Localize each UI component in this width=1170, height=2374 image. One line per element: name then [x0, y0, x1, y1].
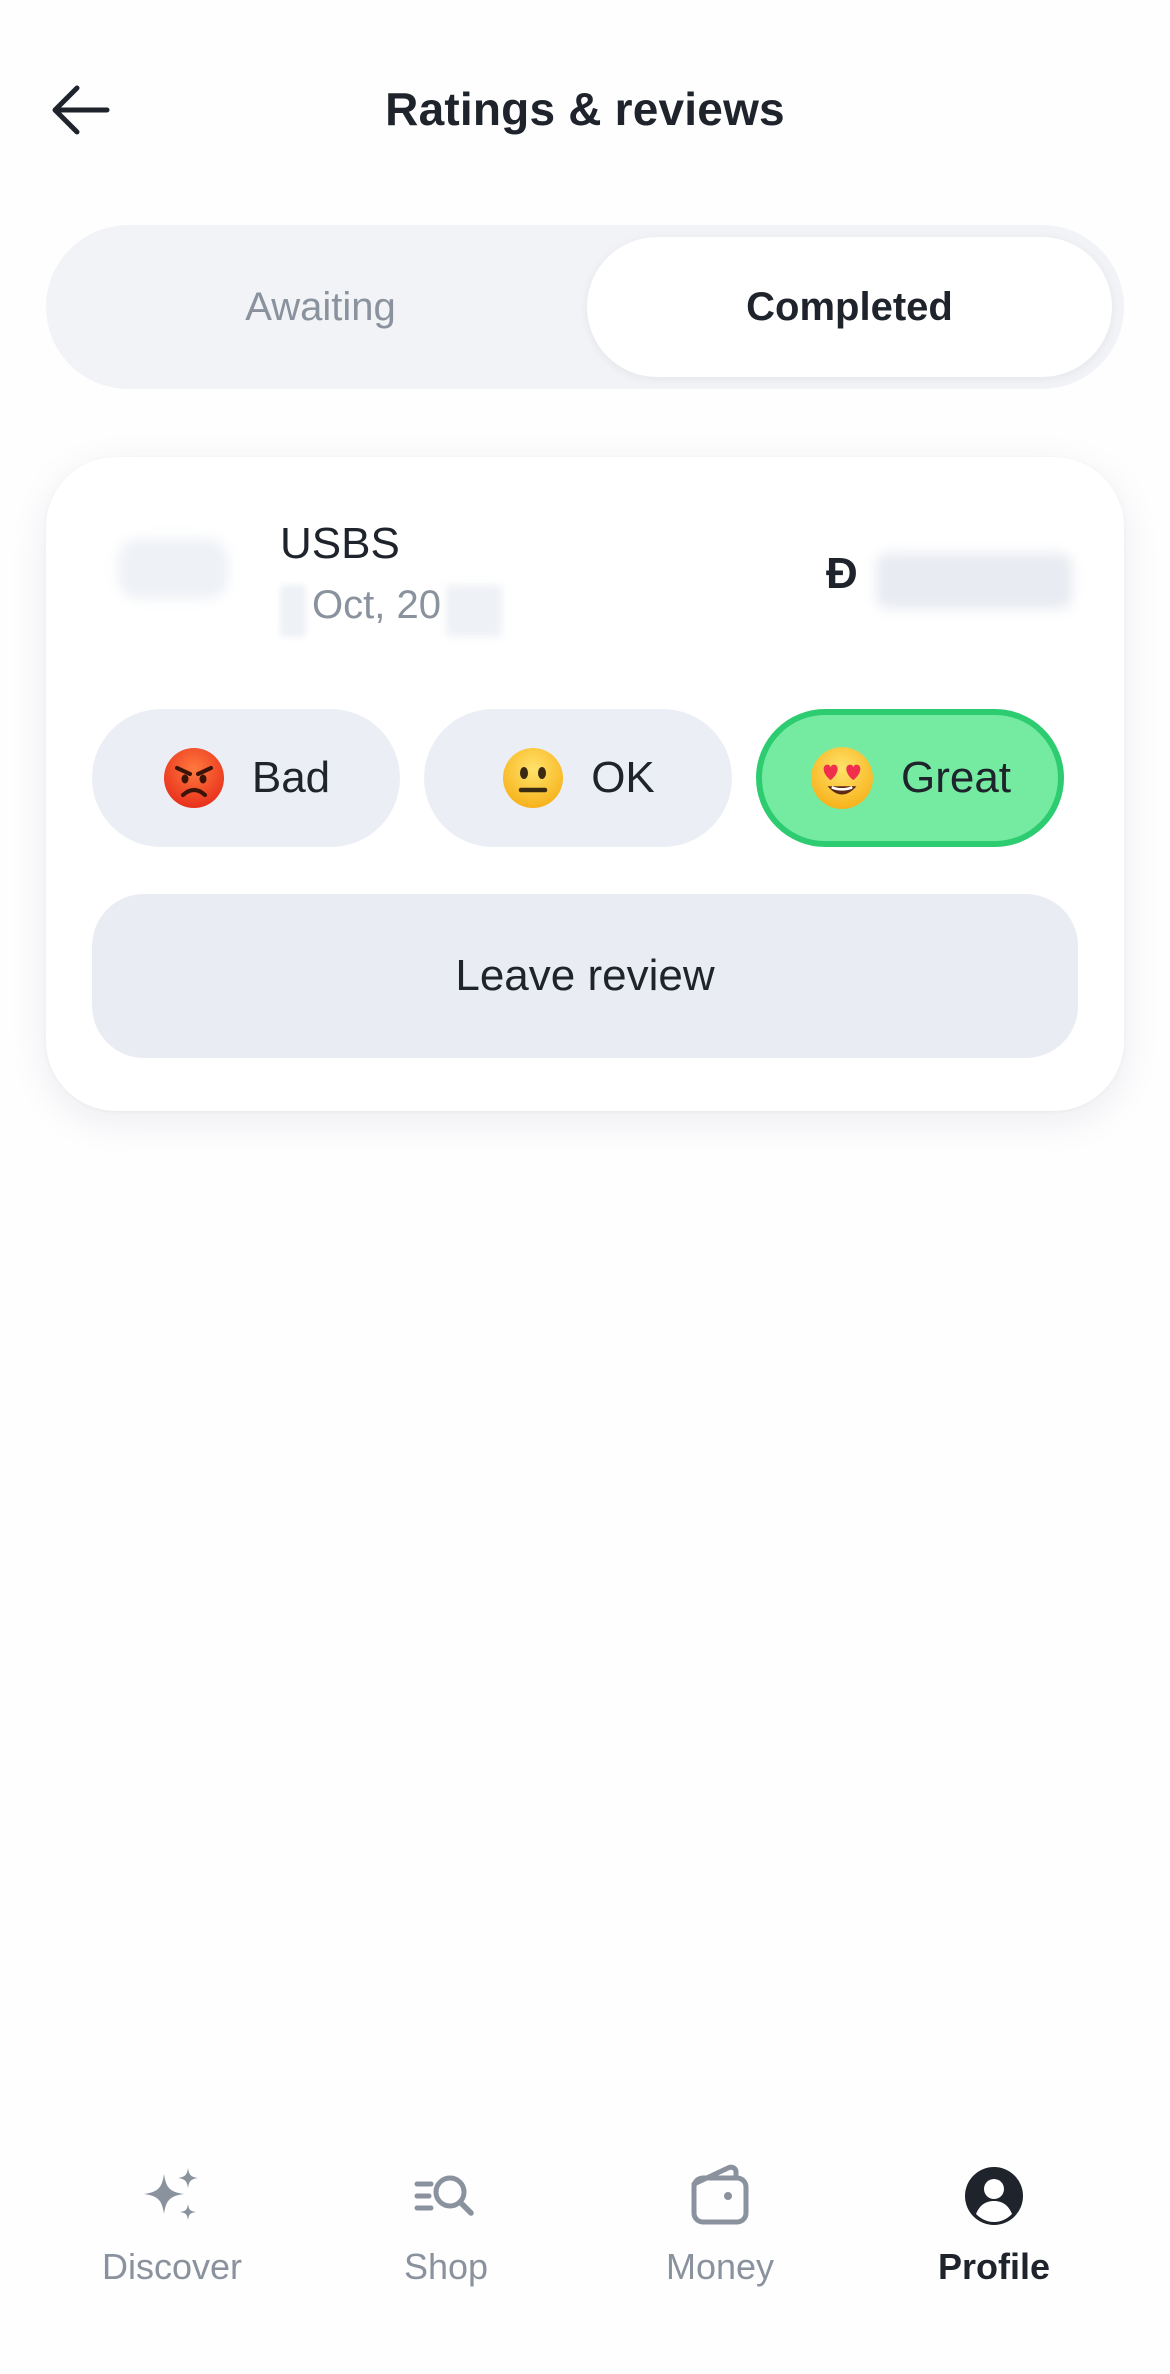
merchant-name: USBS: [280, 519, 400, 568]
rating-label: Bad: [251, 753, 331, 802]
bottom-nav: Discover Shop Money Profile: [0, 2130, 1170, 2330]
rating-label: Great: [900, 753, 1012, 802]
page-title: Ratings & reviews: [385, 83, 785, 135]
redacted-text: [280, 585, 306, 637]
tab-awaiting[interactable]: Awaiting: [58, 237, 583, 377]
sparkles-icon: [140, 2160, 204, 2232]
ratings-reviews-screen: Ratings & reviews Awaiting Completed USB…: [0, 0, 1170, 2374]
currency-symbol: Đ: [826, 549, 858, 598]
rating-bad-button[interactable]: Bad: [92, 709, 400, 847]
tab-completed[interactable]: Completed: [587, 237, 1112, 377]
profile-icon: [962, 2160, 1026, 2232]
nav-item-profile[interactable]: Profile: [874, 2130, 1114, 2330]
nav-item-shop[interactable]: Shop: [326, 2130, 566, 2330]
rating-label: OK: [591, 753, 655, 802]
wallet-icon: [688, 2160, 752, 2232]
segmented-tabs: Awaiting Completed: [46, 225, 1124, 389]
leave-review-button[interactable]: Leave review: [92, 894, 1078, 1058]
neutral-face-icon: [501, 746, 565, 810]
order-review-card: USBS Oct, 20 Đ Bad OK Great Leave review: [46, 457, 1124, 1111]
nav-item-money[interactable]: Money: [600, 2130, 840, 2330]
redacted-text: [446, 585, 502, 637]
nav-label: Discover: [101, 2246, 243, 2287]
order-date: Oct, 20: [312, 583, 441, 627]
redacted-amount: [876, 553, 1072, 609]
angry-face-icon: [162, 746, 226, 810]
rating-ok-button[interactable]: OK: [424, 709, 732, 847]
nav-label: Profile: [937, 2246, 1051, 2287]
merchant-logo: [118, 539, 228, 599]
search-list-icon: [413, 2160, 479, 2232]
nav-label: Shop: [403, 2246, 489, 2287]
header: Ratings & reviews: [0, 40, 1170, 180]
nav-label: Money: [665, 2246, 775, 2287]
nav-item-discover[interactable]: Discover: [52, 2130, 292, 2330]
rating-great-button[interactable]: Great: [756, 709, 1064, 847]
heart-eyes-face-icon: [809, 745, 875, 811]
